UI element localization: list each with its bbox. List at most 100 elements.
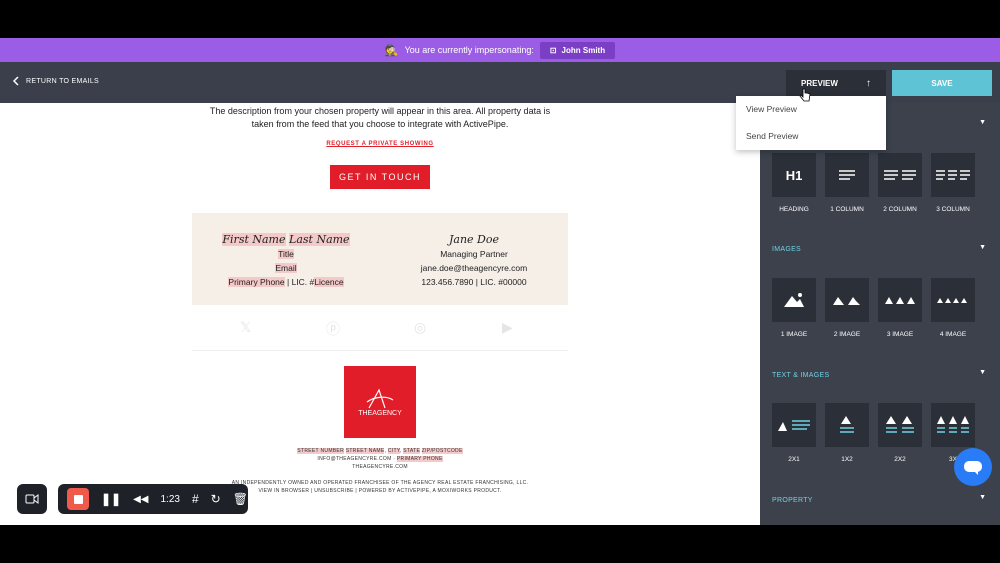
agent-name: First Name Last Name <box>192 233 380 247</box>
restart-icon[interactable]: ↻ <box>211 492 221 506</box>
text-image-2x1-tile[interactable] <box>772 403 816 447</box>
contact-email: INFO@THEAGENCYRE.COM <box>317 456 392 462</box>
address-line: STREET NUMBER STREET NAME, CITY, STATE Z… <box>297 448 463 454</box>
two-column-tile[interactable] <box>878 153 922 197</box>
return-to-emails-link[interactable]: RETURN TO EMAILS <box>12 76 99 86</box>
four-image-label: 4 IMAGE <box>939 331 967 338</box>
property-description: The description from your chosen propert… <box>209 106 551 129</box>
user-icon: ⊡ <box>549 45 557 55</box>
pause-icon[interactable]: ❚❚ <box>101 492 121 506</box>
text-image-3x-icon <box>937 416 969 433</box>
text-image-2x1-icon <box>778 420 810 431</box>
chevron-down-icon[interactable]: ▼ <box>979 369 986 376</box>
agent-title: Title <box>278 249 294 259</box>
text-image-2x2-tile[interactable] <box>878 403 922 447</box>
impersonation-text: You are currently impersonating: <box>404 45 534 55</box>
incognito-icon: 🕵 <box>384 44 399 57</box>
send-preview-item[interactable]: Send Preview <box>746 131 798 141</box>
two-column-label: 2 COLUMN <box>883 206 917 213</box>
stop-recording-button[interactable] <box>67 488 89 510</box>
video-camera-icon <box>25 494 39 504</box>
heading-tile[interactable]: H1 <box>772 153 816 197</box>
four-image-icon <box>937 298 967 303</box>
three-image-label: 3 IMAGE <box>886 331 914 338</box>
three-column-label: 3 COLUMN <box>936 206 970 213</box>
chat-icon <box>964 461 982 475</box>
signature-left: First Name Last Name Title Email Primary… <box>192 233 380 289</box>
website[interactable]: THEAGENCYRE.COM <box>192 464 568 470</box>
instagram-icon[interactable]: ◎ <box>414 319 426 336</box>
text-image-1x2-label: 1X2 <box>841 456 853 463</box>
return-label: RETURN TO EMAILS <box>26 77 99 85</box>
get-in-touch-button[interactable]: GET IN TOUCH <box>330 165 430 189</box>
contact-line: INFO@THEAGENCYRE.COM · PRIMARY PHONE <box>192 456 568 462</box>
preview-label: PREVIEW <box>801 78 838 88</box>
property-section-title[interactable]: PROPERTY <box>772 497 813 504</box>
text-image-2x2-icon <box>886 416 914 433</box>
trash-icon[interactable]: 🗑 <box>233 492 248 506</box>
chevron-down-icon[interactable]: ▼ <box>979 244 986 251</box>
two-image-icon <box>833 297 860 305</box>
text-image-3x-tile[interactable] <box>931 403 975 447</box>
state: STATE <box>403 448 421 454</box>
contact-phone: PRIMARY PHONE <box>396 456 443 462</box>
agency-logo: THEAGENCY <box>344 366 416 438</box>
zip: ZIP/POSTCODE <box>421 448 463 454</box>
email-canvas: The description from your chosen propert… <box>0 103 760 525</box>
save-button[interactable]: SAVE <box>892 70 992 96</box>
street-name: STREET NAME <box>345 448 385 454</box>
x-icon[interactable]: 𝕏 <box>240 319 251 336</box>
impersonated-user-name: John Smith <box>561 45 606 55</box>
youtube-icon[interactable]: ▶ <box>502 319 513 336</box>
two-column-icon <box>884 170 916 180</box>
preview-dropdown: View Preview Send Preview <box>736 96 886 150</box>
partner-name: Jane Doe <box>448 233 499 246</box>
text-image-2x2-label: 2X2 <box>894 456 906 463</box>
hand-cursor-icon <box>799 88 811 102</box>
three-image-icon <box>885 297 915 304</box>
disclaimer: AN INDEPENDENTLY OWNED AND OPERATED FRAN… <box>231 480 529 486</box>
agent-phone: Primary Phone <box>228 277 285 287</box>
screen: 🕵 You are currently impersonating: ⊡ Joh… <box>0 0 1000 563</box>
three-column-tile[interactable] <box>931 153 975 197</box>
one-column-tile[interactable] <box>825 153 869 197</box>
social-links: 𝕏 ⓟ ◎ ▶ <box>192 305 568 351</box>
one-column-label: 1 COLUMN <box>830 206 864 213</box>
heading-label: HEADING <box>779 206 809 213</box>
four-image-tile[interactable] <box>931 278 975 322</box>
grid-icon[interactable]: # <box>192 492 199 506</box>
licence-separator: | LIC. # <box>284 277 315 287</box>
text-image-1x2-icon <box>840 416 854 433</box>
city: CITY <box>387 448 400 454</box>
text-image-1x2-tile[interactable] <box>825 403 869 447</box>
two-image-label: 2 IMAGE <box>833 331 861 338</box>
three-column-icon <box>936 170 970 180</box>
arrow-up-icon: ↑ <box>865 77 871 89</box>
street-number: STREET NUMBER <box>297 448 344 454</box>
impersonation-bar: 🕵 You are currently impersonating: ⊡ Joh… <box>0 38 1000 62</box>
one-column-icon <box>839 170 855 180</box>
view-preview-item[interactable]: View Preview <box>746 104 797 114</box>
first-name: First Name <box>222 233 286 246</box>
images-section-title[interactable]: IMAGES <box>772 246 801 253</box>
pinterest-icon[interactable]: ⓟ <box>326 319 340 339</box>
rewind-icon[interactable]: ◀◀ <box>133 494 148 505</box>
camera-button[interactable] <box>17 484 47 514</box>
one-image-label: 1 IMAGE <box>780 331 808 338</box>
recording-toolbar: ❚❚ ◀◀ 1:23 # ↻ 🗑 <box>58 484 248 514</box>
footer-links[interactable]: VIEW IN BROWSER | UNSUBSCRIBE | POWERED … <box>192 488 568 494</box>
three-image-tile[interactable] <box>878 278 922 322</box>
request-showing-link[interactable]: REQUEST A PRIVATE SHOWING <box>192 141 568 147</box>
stop-icon <box>73 494 83 504</box>
chevron-down-icon[interactable]: ▼ <box>979 119 986 126</box>
two-image-tile[interactable] <box>825 278 869 322</box>
email-preview: The description from your chosen propert… <box>192 103 568 525</box>
text-images-section-title[interactable]: TEXT & IMAGES <box>772 372 829 379</box>
agency-logo-mark-icon <box>366 388 394 408</box>
one-image-tile[interactable] <box>772 278 816 322</box>
impersonated-user-badge[interactable]: ⊡ John Smith <box>539 41 616 59</box>
last-name: Last Name <box>289 233 350 246</box>
chat-button[interactable] <box>954 448 992 486</box>
chevron-down-icon[interactable]: ▼ <box>979 494 986 501</box>
signature-right: Jane Doe Managing Partner jane.doe@theag… <box>380 233 568 289</box>
